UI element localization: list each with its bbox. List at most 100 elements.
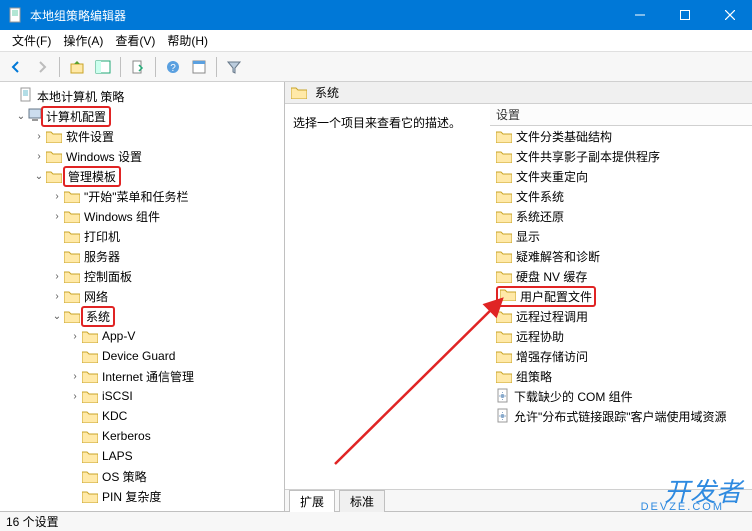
chevron-down-icon[interactable]: ⌄ bbox=[32, 171, 46, 182]
tree-panel[interactable]: 本地计算机 策略 ⌄ 计算机配置 › 软件设置 › Windows 设置 ⌄ 管… bbox=[0, 82, 285, 511]
menu-help[interactable]: 帮助(H) bbox=[161, 30, 214, 51]
back-button[interactable] bbox=[4, 55, 28, 79]
list-item[interactable]: 文件共享影子副本提供程序 bbox=[490, 146, 752, 166]
tree-os-policies[interactable]: OS 策略 bbox=[0, 466, 284, 486]
folder-icon bbox=[64, 230, 80, 243]
folder-icon bbox=[64, 310, 80, 323]
description-text: 选择一个项目来查看它的描述。 bbox=[293, 114, 482, 131]
folder-icon bbox=[82, 470, 98, 483]
tree-network[interactable]: › 网络 bbox=[0, 286, 284, 306]
help-button[interactable]: ? bbox=[161, 55, 185, 79]
chevron-right-icon[interactable]: › bbox=[50, 191, 64, 202]
list-item[interactable]: 文件分类基础结构 bbox=[490, 126, 752, 146]
tree-win-components[interactable]: › Windows 组件 bbox=[0, 206, 284, 226]
folder-icon bbox=[64, 190, 80, 203]
list-item[interactable]: 显示 bbox=[490, 226, 752, 246]
main-area: 本地计算机 策略 ⌄ 计算机配置 › 软件设置 › Windows 设置 ⌄ 管… bbox=[0, 82, 752, 511]
chevron-down-icon[interactable]: ⌄ bbox=[50, 311, 64, 322]
list-item[interactable]: 组策略 bbox=[490, 366, 752, 386]
list-header-settings[interactable]: 设置 bbox=[490, 104, 752, 126]
tree-windows-settings[interactable]: › Windows 设置 bbox=[0, 146, 284, 166]
window-title: 本地组策略编辑器 bbox=[30, 7, 617, 24]
folder-icon bbox=[82, 370, 98, 383]
settings-list[interactable]: 设置 文件分类基础结构文件共享影子副本提供程序文件夹重定向文件系统系统还原显示疑… bbox=[490, 104, 752, 489]
tree-computer-config[interactable]: ⌄ 计算机配置 bbox=[0, 106, 284, 126]
tree-label: 管理模板 bbox=[68, 170, 116, 184]
menu-file[interactable]: 文件(F) bbox=[6, 30, 57, 51]
list-item[interactable]: 远程协助 bbox=[490, 326, 752, 346]
content-header-title: 系统 bbox=[315, 84, 339, 101]
tree-internet-comm[interactable]: › Internet 通信管理 bbox=[0, 366, 284, 386]
tab-standard[interactable]: 标准 bbox=[339, 490, 385, 512]
folder-icon bbox=[46, 170, 62, 183]
maximize-button[interactable] bbox=[662, 0, 707, 30]
export-button[interactable] bbox=[126, 55, 150, 79]
tree-servers[interactable]: 服务器 bbox=[0, 246, 284, 266]
expander-icon bbox=[68, 351, 82, 362]
chevron-down-icon[interactable]: ⌄ bbox=[14, 111, 28, 122]
tree-iscsi[interactable]: ›iSCSI bbox=[0, 386, 284, 406]
list-item-label: 硬盘 NV 缓存 bbox=[516, 268, 587, 285]
tree-appv[interactable]: ›App-V bbox=[0, 326, 284, 346]
chevron-right-icon[interactable]: › bbox=[50, 291, 64, 302]
folder-icon bbox=[64, 290, 80, 303]
folder-icon bbox=[82, 330, 98, 343]
tree-laps[interactable]: LAPS bbox=[0, 446, 284, 466]
list-item[interactable]: 允许"分布式链接跟踪"客户端使用域资源 bbox=[490, 406, 752, 426]
tree-control-panel[interactable]: › 控制面板 bbox=[0, 266, 284, 286]
chevron-right-icon[interactable]: › bbox=[50, 271, 64, 282]
tree-label: Internet 通信管理 bbox=[102, 368, 194, 385]
folder-icon bbox=[46, 150, 62, 163]
up-button[interactable] bbox=[65, 55, 89, 79]
tree-kdc[interactable]: KDC bbox=[0, 406, 284, 426]
list-item[interactable]: 系统还原 bbox=[490, 206, 752, 226]
tree-start-taskbar[interactable]: › "开始"菜单和任务栏 bbox=[0, 186, 284, 206]
tree-admin-templates[interactable]: ⌄ 管理模板 bbox=[0, 166, 284, 186]
filter-button[interactable] bbox=[222, 55, 246, 79]
expander-icon bbox=[68, 411, 82, 422]
tree-pin-complexity[interactable]: PIN 复杂度 bbox=[0, 486, 284, 506]
tree-system[interactable]: ⌄ 系统 bbox=[0, 306, 284, 326]
highlight-box: 系统 bbox=[81, 306, 115, 327]
list-item[interactable]: 远程过程调用 bbox=[490, 306, 752, 326]
tree-software-settings[interactable]: › 软件设置 bbox=[0, 126, 284, 146]
chevron-right-icon[interactable]: › bbox=[32, 151, 46, 162]
tree-kerberos[interactable]: Kerberos bbox=[0, 426, 284, 446]
menu-action[interactable]: 操作(A) bbox=[57, 30, 109, 51]
highlight-box: 管理模板 bbox=[63, 166, 121, 187]
chevron-right-icon[interactable]: › bbox=[32, 131, 46, 142]
chevron-right-icon[interactable]: › bbox=[50, 211, 64, 222]
expander-icon bbox=[68, 471, 82, 482]
list-item[interactable]: 文件系统 bbox=[490, 186, 752, 206]
list-item[interactable]: 用户配置文件 bbox=[490, 286, 752, 306]
show-hide-tree-button[interactable] bbox=[91, 55, 115, 79]
folder-icon bbox=[496, 250, 512, 263]
expander-icon bbox=[50, 231, 64, 242]
list-item-label: 文件分类基础结构 bbox=[516, 128, 612, 145]
list-item[interactable]: 增强存储访问 bbox=[490, 346, 752, 366]
list-item[interactable]: 疑难解答和诊断 bbox=[490, 246, 752, 266]
toolbar: ? bbox=[0, 52, 752, 82]
setting-icon bbox=[496, 408, 510, 424]
list-item[interactable]: 硬盘 NV 缓存 bbox=[490, 266, 752, 286]
chevron-right-icon[interactable]: › bbox=[68, 371, 82, 382]
menu-view[interactable]: 查看(V) bbox=[109, 30, 161, 51]
minimize-button[interactable] bbox=[617, 0, 662, 30]
tree-label: Windows 组件 bbox=[84, 208, 160, 225]
properties-button[interactable] bbox=[187, 55, 211, 79]
list-item[interactable]: 下载缺少的 COM 组件 bbox=[490, 386, 752, 406]
forward-button[interactable] bbox=[30, 55, 54, 79]
chevron-right-icon[interactable]: › bbox=[68, 391, 82, 402]
tree-device-guard[interactable]: Device Guard bbox=[0, 346, 284, 366]
toolbar-sep bbox=[120, 57, 121, 77]
tree-printers[interactable]: 打印机 bbox=[0, 226, 284, 246]
tab-extended[interactable]: 扩展 bbox=[289, 490, 335, 512]
list-item[interactable]: 文件夹重定向 bbox=[490, 166, 752, 186]
folder-icon bbox=[496, 330, 512, 343]
chevron-right-icon[interactable]: › bbox=[68, 331, 82, 342]
policy-doc-icon bbox=[18, 87, 34, 106]
close-button[interactable] bbox=[707, 0, 752, 30]
tree-label: 打印机 bbox=[84, 228, 120, 245]
tree-root[interactable]: 本地计算机 策略 bbox=[0, 86, 284, 106]
list-header-label: 设置 bbox=[496, 106, 520, 123]
